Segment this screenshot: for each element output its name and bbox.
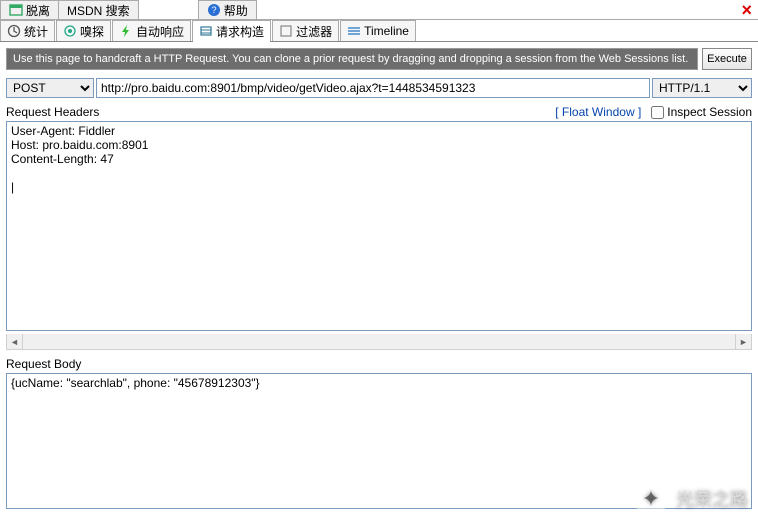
headers-section-bar: Request Headers [ Float Window ] Inspect… xyxy=(6,104,752,121)
checkbox-icon xyxy=(279,24,293,38)
body-section-bar: Request Body xyxy=(6,356,752,373)
window-icon xyxy=(9,3,23,17)
target-icon xyxy=(63,24,77,38)
http-method-select[interactable]: POST xyxy=(6,78,94,98)
tab-composer[interactable]: 请求构造 xyxy=(192,20,271,41)
execute-button[interactable]: Execute xyxy=(702,48,752,70)
timeline-icon xyxy=(347,24,361,38)
tab-timeline[interactable]: Timeline xyxy=(340,20,416,41)
svg-text:?: ? xyxy=(211,5,216,15)
tab-label: 脱离 xyxy=(26,2,50,19)
request-headers-section: Request Headers [ Float Window ] Inspect… xyxy=(0,104,758,356)
tab-label: 请求构造 xyxy=(216,23,264,40)
tab-msdn-search[interactable]: MSDN 搜索 xyxy=(58,0,139,19)
request-body-section: Request Body xyxy=(0,356,758,518)
request-line-row: POST HTTP/1.1 xyxy=(0,76,758,104)
tab-label: 自动响应 xyxy=(136,23,184,40)
inspect-session-option[interactable]: Inspect Session xyxy=(651,105,752,119)
close-icon[interactable]: × xyxy=(741,0,752,21)
tab-stats[interactable]: 统计 xyxy=(0,20,55,41)
tab-label: 帮助 xyxy=(224,2,248,19)
headers-h-scrollbar[interactable]: ◄ ► xyxy=(6,334,752,350)
tab-label: Timeline xyxy=(364,24,409,38)
sub-tab-strip: 统计 嗅探 自动响应 请求构造 过滤器 Timeline xyxy=(0,20,758,42)
section-title: Request Body xyxy=(6,357,81,371)
instruction-row: Use this page to handcraft a HTTP Reques… xyxy=(0,42,758,76)
tab-filters[interactable]: 过滤器 xyxy=(272,20,339,41)
section-title: Request Headers xyxy=(6,105,99,119)
inspect-session-checkbox[interactable] xyxy=(651,106,664,119)
instruction-text: Use this page to handcraft a HTTP Reques… xyxy=(6,48,698,70)
compose-icon xyxy=(199,24,213,38)
tab-help[interactable]: ? 帮助 xyxy=(198,0,257,19)
float-window-link[interactable]: [ Float Window ] xyxy=(555,105,641,119)
inspect-session-label: Inspect Session xyxy=(667,105,752,119)
request-body-textarea[interactable] xyxy=(6,373,752,509)
tab-label: 统计 xyxy=(24,23,48,40)
request-headers-textarea[interactable] xyxy=(6,121,752,331)
scroll-right-icon[interactable]: ► xyxy=(735,334,751,349)
clock-icon xyxy=(7,24,21,38)
scroll-left-icon[interactable]: ◄ xyxy=(7,334,23,349)
tab-label: MSDN 搜索 xyxy=(67,2,130,19)
help-icon: ? xyxy=(207,3,221,17)
url-input[interactable] xyxy=(96,78,650,98)
tab-label: 嗅探 xyxy=(80,23,104,40)
top-tab-strip: 脱离 MSDN 搜索 ? 帮助 × xyxy=(0,0,758,20)
tab-auto-respond[interactable]: 自动响应 xyxy=(112,20,191,41)
http-protocol-select[interactable]: HTTP/1.1 xyxy=(652,78,752,98)
bolt-icon xyxy=(119,24,133,38)
tab-label: 过滤器 xyxy=(296,23,332,40)
tab-inspect[interactable]: 嗅探 xyxy=(56,20,111,41)
tab-detach[interactable]: 脱离 xyxy=(0,0,59,19)
